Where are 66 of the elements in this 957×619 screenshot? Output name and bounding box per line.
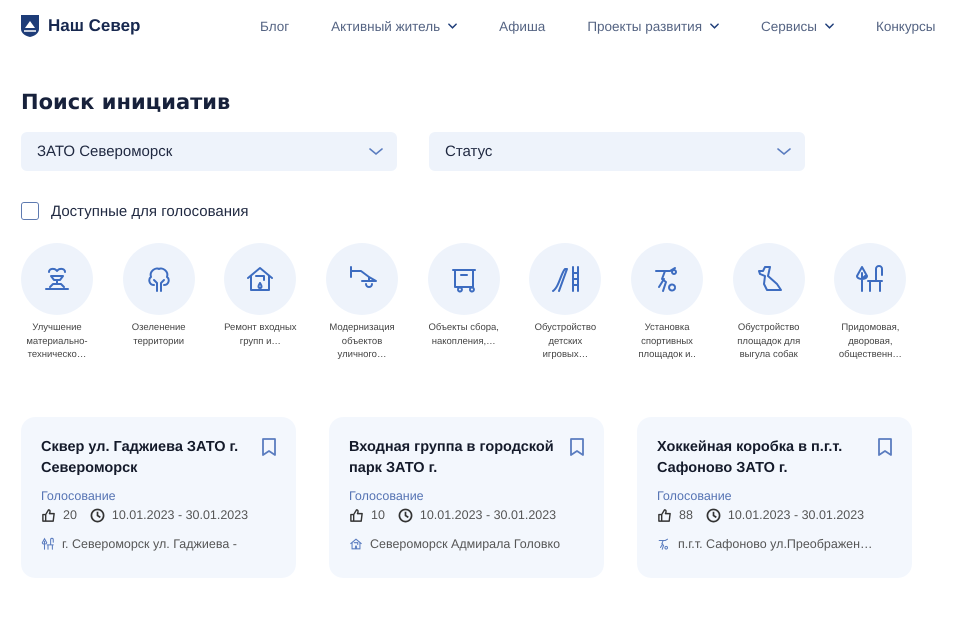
fountain-icon: [45, 268, 69, 290]
bookmark-icon[interactable]: [878, 438, 892, 456]
football-player-icon: [658, 538, 668, 550]
nav-link[interactable]: Конкурсы: [876, 18, 936, 34]
tree-icon: [148, 267, 170, 292]
chevron-down-icon: [710, 23, 720, 29]
status-label: Голосование: [657, 488, 733, 502]
likes-count: 20: [63, 508, 77, 522]
category-label: Улучшение материально-техническо…: [25, 321, 89, 362]
nav-link[interactable]: Активный житель: [331, 18, 458, 34]
likes-count: 88: [679, 508, 693, 522]
logo-text[interactable]: Наш Север: [48, 16, 140, 36]
initiative-card[interactable]: Сквер ул. Гаджиева ЗАТО г. Североморск Голосование 20 10.01.2023 - 30.01.2023 г. Североморск ул. Гаджиева -: [21, 416, 296, 578]
house-faucet-icon: [350, 538, 362, 549]
chevron-down-icon: [369, 148, 383, 156]
likes-count: 10: [371, 508, 385, 522]
category-label: Придомовая, дворовая, общественн…: [838, 321, 903, 362]
street-lamp-icon: [350, 266, 378, 288]
bookmark-icon[interactable]: [262, 438, 276, 456]
nav-link[interactable]: Блог: [260, 18, 290, 34]
category-label: Ремонт входных групп и…: [223, 321, 298, 348]
initiative-card[interactable]: Входная группа в городской парк ЗАТО г. Голосование 10 10.01.2023 - 30.01.2023 Североморск Адмирала Головко: [329, 416, 604, 578]
filter-dropdown[interactable]: Статус: [429, 132, 805, 171]
address-text: Североморск Адмирала Головко: [370, 536, 560, 550]
tree-bench-icon: [856, 265, 884, 292]
chevron-down-icon: [777, 148, 791, 156]
address-text: г. Североморск ул. Гаджиева -: [62, 536, 237, 550]
thumbs-up-icon: [349, 508, 364, 522]
clock-icon: [398, 508, 413, 522]
bookmark-icon[interactable]: [570, 438, 584, 456]
category-label: Установка спортивных площадок и..: [637, 321, 697, 362]
category-label: Озеленение территории: [130, 321, 187, 348]
nav-link[interactable]: Сервисы: [761, 18, 834, 34]
date-range: 10.01.2023 - 30.01.2023: [112, 508, 248, 522]
date-range: 10.01.2023 - 30.01.2023: [728, 508, 864, 522]
nav-link[interactable]: Афиша: [499, 18, 546, 34]
trash-bin-icon: [452, 269, 476, 292]
date-range: 10.01.2023 - 30.01.2023: [420, 508, 556, 522]
nav-link[interactable]: Проекты развития: [587, 18, 720, 34]
category-label: Обустройство площадок для выгула собак: [736, 321, 802, 362]
card-title: Сквер ул. Гаджиева ЗАТО г. Североморск: [41, 438, 240, 478]
filter-dropdown[interactable]: ЗАТО Североморск: [21, 132, 397, 171]
checkbox-label: Доступные для голосования: [51, 202, 249, 220]
initiative-card[interactable]: Хоккейная коробка в п.г.т. Сафоново ЗАТО г. Голосование 88 10.01.2023 - 30.01.2023 п.г.т. Сафоново ул.Преображен…: [637, 416, 912, 578]
slide-icon: [552, 266, 580, 292]
football-player-icon: [655, 267, 678, 292]
clock-icon: [90, 508, 105, 522]
page-title: Поиск инициатив: [21, 89, 232, 116]
logo-emblem-icon: [20, 14, 40, 38]
card-title: Хоккейная коробка в п.г.т. Сафоново ЗАТО г.: [657, 438, 844, 478]
tree-bench-icon: [42, 537, 54, 550]
thumbs-up-icon: [657, 508, 672, 522]
category-label: Обустройство детских игровых…: [534, 321, 598, 362]
chevron-down-icon: [448, 23, 458, 29]
chevron-down-icon: [824, 23, 834, 29]
category-label: Модернизация объектов уличного…: [328, 321, 396, 362]
checkbox[interactable]: [21, 202, 39, 220]
address-text: п.г.т. Сафоново ул.Преображен…: [678, 536, 873, 550]
thumbs-up-icon: [41, 508, 56, 522]
status-label: Голосование: [41, 488, 117, 502]
clock-icon: [706, 508, 721, 522]
house-faucet-icon: [247, 267, 274, 291]
card-title: Входная группа в городской парк ЗАТО г.: [349, 438, 555, 478]
status-label: Голосование: [349, 488, 425, 502]
category-label: Объекты сбора, накопления,…: [427, 321, 500, 348]
dog-icon: [758, 266, 782, 291]
